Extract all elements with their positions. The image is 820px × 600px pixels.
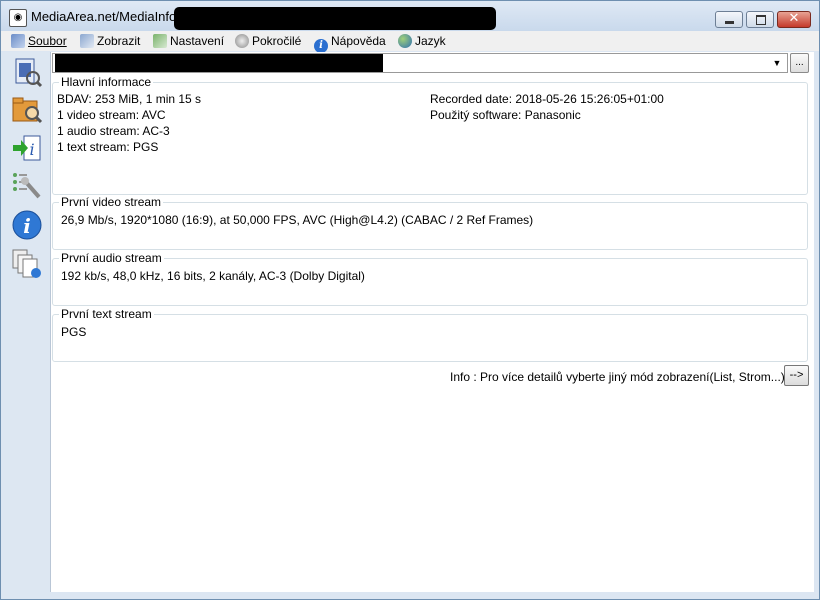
minimize-button[interactable] — [715, 11, 743, 28]
svg-text:i: i — [29, 140, 34, 159]
group-general: Hlavní informace BDAV: 253 MiB, 1 min 15… — [52, 75, 808, 195]
redacted-filepath — [55, 54, 383, 72]
menu-napoveda-label: Nápověda — [331, 34, 386, 48]
general-format-line: BDAV: 253 MiB, 1 min 15 s — [57, 92, 202, 106]
group-audio: První audio stream 192 kb/s, 48,0 kHz, 1… — [52, 251, 808, 306]
menu-soubor[interactable]: Soubor — [11, 33, 67, 49]
video-details: 26,9 Mb/s, 1920*1080 (16:9), at 50,000 F… — [61, 213, 534, 227]
globe-icon — [398, 34, 412, 48]
general-audio-line: 1 audio stream: AC-3 — [57, 124, 170, 138]
minimize-icon — [725, 21, 734, 24]
export-icon[interactable]: i — [11, 132, 43, 164]
close-icon: ✕ — [788, 11, 800, 26]
group-video: První video stream 26,9 Mb/s, 1920*1080 … — [52, 195, 808, 250]
menu-nastaveni-label: Nastavení — [170, 34, 225, 48]
group-text-legend: První text stream — [59, 307, 154, 321]
menu-pokrocile-label: Pokročilé — [252, 34, 302, 48]
group-audio-legend: První audio stream — [59, 251, 164, 265]
browse-button[interactable]: ... — [790, 53, 809, 73]
help-info-icon: i — [314, 39, 328, 53]
general-video-line: 1 video stream: AVC — [57, 108, 166, 122]
view-icon — [80, 34, 94, 48]
menu-jazyk-label: Jazyk — [415, 34, 446, 48]
menu-soubor-label: Soubor — [28, 34, 67, 48]
text-details: PGS — [61, 325, 87, 339]
maximize-icon — [756, 15, 766, 25]
maximize-button[interactable] — [746, 11, 774, 28]
view-mode-hint: Info : Pro více detailů vyberte jiný mód… — [450, 370, 785, 384]
sidebar-toolbar: i i — [1, 52, 50, 599]
menu-zobrazit-label: Zobrazit — [97, 34, 141, 48]
open-folder-icon[interactable] — [11, 93, 43, 125]
menu-bar: Soubor Zobrazit Nastavení Pokročilé i Náp… — [1, 31, 819, 53]
next-view-button[interactable]: --> — [784, 365, 809, 386]
close-button[interactable]: ✕ — [777, 11, 811, 28]
title-bar: ◉ MediaArea.net/MediaInfo - ✕ — [1, 1, 819, 31]
about-info-icon[interactable]: i — [11, 209, 43, 241]
menu-napoveda[interactable]: i Nápověda — [314, 33, 386, 53]
window-title: MediaArea.net/MediaInfo - — [31, 9, 185, 24]
speaker-waves-icon[interactable]: ◉ — [9, 9, 27, 27]
chevron-down-icon[interactable]: ▼ — [769, 54, 785, 72]
copy-clipboard-icon[interactable] — [11, 248, 43, 280]
file-selector-dropdown[interactable]: ▼ — [52, 53, 788, 73]
group-text: První text stream PGS — [52, 307, 808, 362]
menu-jazyk[interactable]: Jazyk — [398, 33, 446, 49]
preferences-icon[interactable] — [11, 169, 43, 201]
menu-nastaveni[interactable]: Nastavení — [153, 33, 224, 49]
group-video-legend: První video stream — [59, 195, 164, 209]
general-text-line: 1 text stream: PGS — [57, 140, 159, 154]
settings-icon — [153, 34, 167, 48]
general-recorded-date: Recorded date: 2018-05-26 15:26:05+01:00 — [430, 92, 664, 106]
menu-pokrocile[interactable]: Pokročilé — [235, 33, 301, 49]
group-general-legend: Hlavní informace — [59, 75, 154, 89]
general-software: Použitý software: Panasonic — [430, 108, 581, 122]
open-file-icon[interactable] — [11, 56, 43, 88]
open-file-icon — [11, 34, 25, 48]
redacted-filename — [174, 7, 496, 30]
audio-details: 192 kb/s, 48,0 kHz, 16 bits, 2 kanály, A… — [61, 269, 365, 283]
advanced-icon — [235, 34, 249, 48]
svg-text:i: i — [23, 214, 31, 238]
menu-zobrazit[interactable]: Zobrazit — [80, 33, 140, 49]
